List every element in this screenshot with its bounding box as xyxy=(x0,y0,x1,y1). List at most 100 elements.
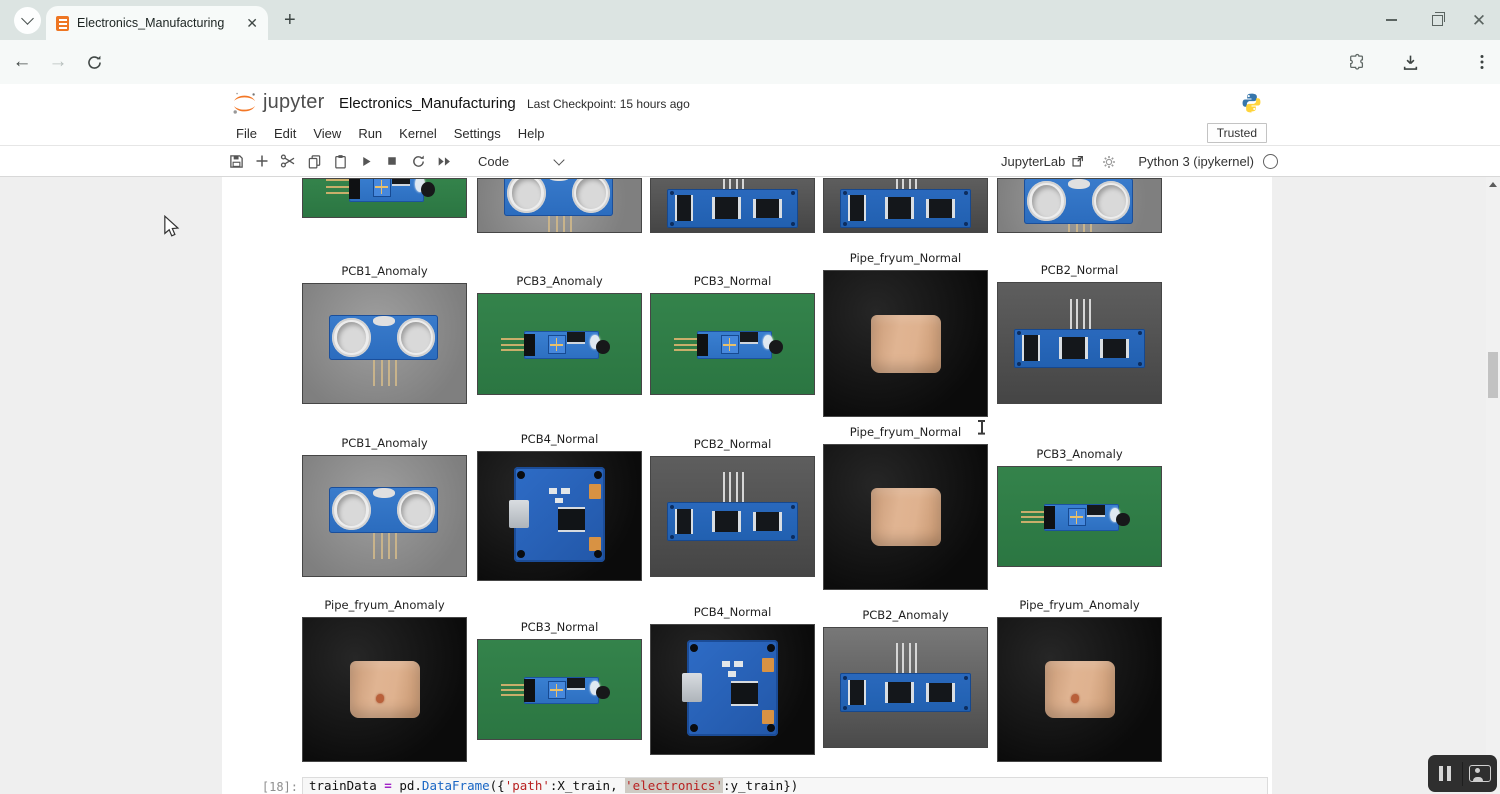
window-close-button[interactable]: ✕ xyxy=(1456,0,1500,40)
chevron-down-icon xyxy=(21,12,34,25)
menu-file[interactable]: File xyxy=(236,126,257,141)
jupyterlab-link[interactable]: JupyterLab xyxy=(1001,154,1065,169)
sample-image-pipe_fryum_anomaly xyxy=(997,617,1162,762)
code-token: = xyxy=(384,778,392,793)
save-button[interactable] xyxy=(228,153,244,169)
paste-cell-button[interactable] xyxy=(332,153,348,169)
sample-image-pcb3_anomaly xyxy=(997,466,1162,567)
jupyter-menu-bar: File Edit View Run Kernel Settings Help … xyxy=(0,122,1500,146)
sample-label: Pipe_fryum_Anomaly xyxy=(302,598,467,613)
interrupt-kernel-button[interactable] xyxy=(384,153,400,169)
restart-run-all-button[interactable] xyxy=(436,153,452,169)
sample-label: PCB3_Anomaly xyxy=(477,274,642,289)
browser-window: Electronics_Manufacturing ✕ + ✕ ← → loca… xyxy=(0,0,1500,794)
sample-image-partial-4 xyxy=(997,178,1162,233)
sample-label: PCB2_Normal xyxy=(997,263,1162,278)
cell-type-dropdown[interactable]: Code xyxy=(478,154,509,169)
browser-tab-bar: Electronics_Manufacturing ✕ + ✕ xyxy=(0,0,1500,40)
code-line: trainData = pd.DataFrame({'path':X_train… xyxy=(303,778,1267,794)
picture-in-picture-icon xyxy=(1469,765,1491,782)
sample-image-pcb2_anomaly xyxy=(823,627,988,748)
sample-image-pipe_fryum_normal xyxy=(823,444,988,590)
jupyter-toolbar: Code JupyterLab Python 3 (ipykernel) xyxy=(0,146,1500,177)
forward-button[interactable]: → xyxy=(42,40,74,84)
sample-label: Pipe_fryum_Normal xyxy=(823,425,988,440)
code-cell[interactable]: trainData = pd.DataFrame({'path':X_train… xyxy=(302,777,1268,794)
sample-label: PCB3_Anomaly xyxy=(997,447,1162,462)
window-minimize-button[interactable] xyxy=(1368,0,1414,40)
download-icon xyxy=(1402,54,1419,71)
sample-label: PCB1_Anomaly xyxy=(302,264,467,279)
tab-search-button[interactable] xyxy=(14,7,41,34)
sample-image-pcb1_anomaly xyxy=(302,455,467,577)
menu-run[interactable]: Run xyxy=(358,126,382,141)
menu-kernel[interactable]: Kernel xyxy=(399,126,437,141)
scrollbar[interactable] xyxy=(1486,177,1500,794)
scrollbar-thumb[interactable] xyxy=(1488,352,1498,398)
sample-label: PCB3_Normal xyxy=(477,620,642,635)
sample-label: PCB1_Anomaly xyxy=(302,436,467,451)
scrollbar-up-icon[interactable] xyxy=(1489,182,1497,187)
close-icon: ✕ xyxy=(1472,12,1486,29)
notebook-title[interactable]: Electronics_Manufacturing xyxy=(339,95,516,112)
plus-icon xyxy=(255,154,269,168)
sample-label: PCB4_Normal xyxy=(650,605,815,620)
code-token: 'path' xyxy=(505,778,550,793)
pause-button[interactable] xyxy=(1428,755,1462,792)
sample-label: PCB2_Anomaly xyxy=(823,608,988,623)
media-control-overlay xyxy=(1428,755,1497,792)
trusted-badge[interactable]: Trusted xyxy=(1207,123,1267,143)
forward-arrow-icon: → xyxy=(49,51,68,73)
sample-image-pcb4_normal xyxy=(650,624,815,755)
jupyter-logo-icon xyxy=(231,90,258,117)
scissors-icon xyxy=(280,153,296,169)
cut-cell-button[interactable] xyxy=(280,153,296,169)
mouse-cursor xyxy=(163,215,180,238)
sample-image-pipe_fryum_normal xyxy=(823,270,988,417)
restart-kernel-button[interactable] xyxy=(410,153,426,169)
gear-icon[interactable] xyxy=(1102,155,1116,169)
reload-button[interactable] xyxy=(78,40,110,84)
sample-label: PCB3_Normal xyxy=(650,274,815,289)
reload-icon xyxy=(86,54,103,71)
puzzle-icon xyxy=(1348,53,1366,71)
extensions-button[interactable] xyxy=(1341,40,1373,84)
sample-image-pcb3_anomaly xyxy=(477,293,642,395)
code-token: :X_train, xyxy=(550,778,625,793)
browser-tab[interactable]: Electronics_Manufacturing ✕ xyxy=(46,6,268,40)
dropdown-chevron-icon[interactable] xyxy=(553,154,564,165)
sample-image-pcb1_anomaly xyxy=(302,283,467,404)
code-token: pd xyxy=(399,778,414,793)
jupyter-logo-text[interactable]: jupyter xyxy=(263,91,324,114)
browser-menu-button[interactable] xyxy=(1466,40,1498,84)
paste-icon xyxy=(333,154,348,169)
cell-prompt: [18]: xyxy=(252,780,298,794)
external-link-icon[interactable] xyxy=(1071,155,1084,168)
window-restore-button[interactable] xyxy=(1414,0,1460,40)
minimize-icon xyxy=(1386,19,1397,21)
menu-edit[interactable]: Edit xyxy=(274,126,296,141)
menu-settings[interactable]: Settings xyxy=(454,126,501,141)
kernel-name[interactable]: Python 3 (ipykernel) xyxy=(1138,154,1254,169)
save-icon xyxy=(229,154,244,169)
code-token: DataFrame xyxy=(422,778,490,793)
code-token: . xyxy=(414,778,422,793)
run-cell-button[interactable] xyxy=(358,153,374,169)
sample-label: PCB2_Normal xyxy=(650,437,815,452)
tab-close-icon[interactable]: ✕ xyxy=(246,16,258,30)
back-button[interactable]: ← xyxy=(6,40,38,84)
code-token: :y_train}) xyxy=(723,778,798,793)
downloads-button[interactable] xyxy=(1394,40,1426,84)
browser-toolbar: ← → localhost:8888/notebooks/Electronics… xyxy=(0,40,1500,85)
tab-title: Electronics_Manufacturing xyxy=(77,16,240,30)
menu-help[interactable]: Help xyxy=(518,126,545,141)
copy-cell-button[interactable] xyxy=(306,153,322,169)
sample-image-partial-0 xyxy=(302,178,467,218)
insert-cell-button[interactable] xyxy=(254,153,270,169)
pause-icon xyxy=(1439,766,1451,781)
menu-view[interactable]: View xyxy=(313,126,341,141)
new-tab-button[interactable]: + xyxy=(284,9,296,32)
kebab-menu-icon xyxy=(1475,54,1489,70)
picture-in-picture-button[interactable] xyxy=(1463,755,1497,792)
fast-forward-icon xyxy=(437,155,452,168)
